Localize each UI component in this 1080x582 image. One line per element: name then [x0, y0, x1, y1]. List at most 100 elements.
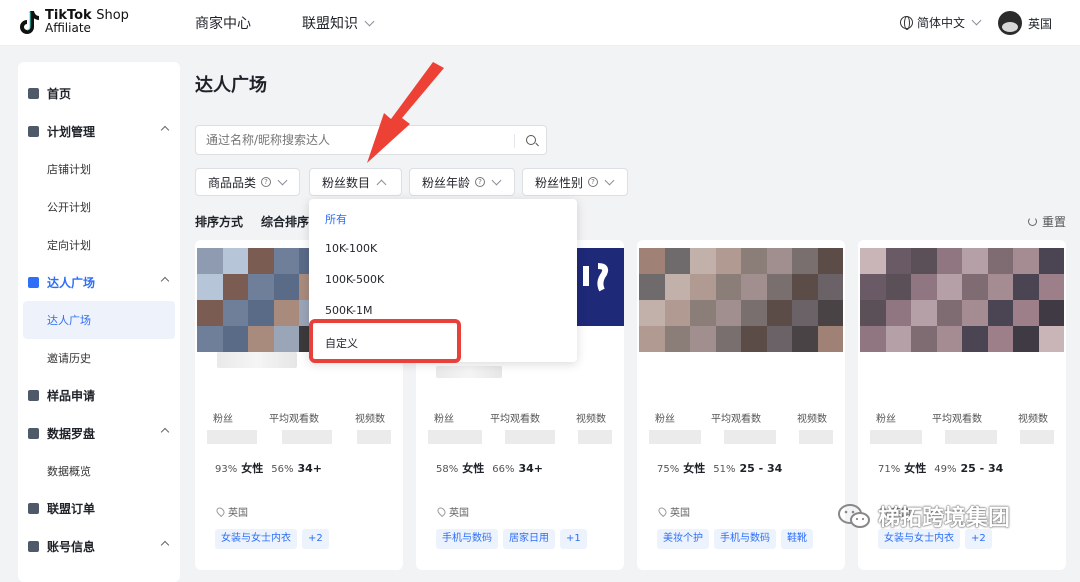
help-icon[interactable]: ? [475, 177, 486, 187]
search-input[interactable] [206, 133, 506, 147]
mosaic-cell [911, 300, 937, 326]
mosaic-cell [987, 326, 1013, 352]
sidebar-item-shop-plan[interactable]: 店铺计划 [18, 150, 180, 188]
gender-label: 女性 [904, 462, 927, 475]
chevron-up-icon [160, 540, 170, 550]
videos-value-blurred [1020, 430, 1055, 444]
custom-option-highlight-box [309, 319, 461, 363]
category-tag: 女装与女士内衣 [878, 529, 960, 549]
user-menu[interactable]: 英国 [998, 11, 1052, 35]
option-100k-500k[interactable]: 100K-500K [325, 273, 384, 286]
creator-icon [28, 276, 39, 288]
mosaic-cell [197, 274, 223, 300]
audience-demographics: 71% 女性 49% 25 - 34 [878, 460, 1011, 476]
option-10k-100k[interactable]: 10K-100K [325, 242, 377, 255]
page-title: 达人广场 [195, 75, 267, 96]
sidebar-item-creator-square[interactable]: 达人广场 [18, 263, 180, 301]
language-selector[interactable]: 简体中文 [900, 14, 982, 31]
sidebar-item-creator-square-sub[interactable]: 达人广场 [23, 301, 175, 339]
nav-affiliate-knowledge[interactable]: 联盟知识 [302, 13, 375, 33]
chevron-down-icon [971, 15, 982, 26]
mosaic-cell [792, 248, 818, 274]
sidebar: 首页 计划管理 店铺计划 公开计划 定向计划 达人广场 达人广场 邀请历史 样品… [18, 62, 180, 582]
logo-shop: Shop [96, 8, 129, 23]
sidebar-item-account-info[interactable]: 账号信息 [18, 527, 180, 565]
mosaic-cell [664, 274, 690, 300]
help-icon[interactable]: ? [261, 177, 272, 187]
followers-value-blurred [207, 430, 258, 444]
avg-views-value-blurred [504, 430, 555, 444]
filter-follower-gender[interactable]: 粉丝性别? [522, 168, 628, 196]
wechat-icon [838, 504, 870, 528]
option-500k-1m[interactable]: 500K-1M [325, 304, 373, 317]
reset-button[interactable]: 重置 [1028, 213, 1066, 230]
option-all[interactable]: 所有 [325, 211, 347, 227]
mosaic-cell [766, 300, 792, 326]
nav-merchant-center[interactable]: 商家中心 [195, 13, 251, 33]
mosaic-cell [741, 274, 767, 300]
sort-row: 排序方式 综合排序 [195, 213, 309, 230]
mosaic-cell [1038, 248, 1064, 274]
sidebar-item-invite-history[interactable]: 邀请历史 [18, 339, 180, 377]
search-icon[interactable] [526, 135, 536, 145]
avg-views-value-blurred [281, 430, 332, 444]
more-tags-badge[interactable]: +1 [560, 529, 587, 549]
top-header: TikTok Shop Affiliate 商家中心 联盟知识 简体中文 英国 [0, 0, 1080, 46]
reset-label: 重置 [1042, 215, 1067, 229]
sort-value[interactable]: 综合排序 [261, 213, 309, 230]
filter-label: 商品品类 [208, 175, 257, 190]
chevron-up-icon [160, 125, 170, 135]
location-pin-icon [214, 505, 227, 518]
female-pct: 58% [436, 464, 459, 475]
chevron-down-icon [491, 175, 502, 185]
sidebar-item-plan-management[interactable]: 计划管理 [18, 112, 180, 150]
mosaic-cell [936, 248, 962, 274]
sidebar-item-sample-request[interactable]: 样品申请 [18, 376, 180, 414]
mosaic-cell [1038, 274, 1064, 300]
filter-product-category[interactable]: 商品品类? [195, 168, 300, 196]
mosaic-cell [664, 326, 690, 352]
gender-label: 女性 [683, 462, 706, 475]
tiktok-shop-logo[interactable]: TikTok Shop Affiliate [18, 9, 129, 35]
mosaic-cell [860, 274, 886, 300]
mosaic-cell [792, 274, 818, 300]
mosaic-cell [885, 274, 911, 300]
creator-search[interactable] [195, 125, 547, 155]
creator-card[interactable]: 粉丝 平均观看数 视频数 75% 女性 51% 25 - 34 英国 美妆个护 手机与数码鞋… [637, 240, 845, 570]
mosaic-cell [860, 248, 886, 274]
filter-label: 粉丝年龄 [422, 175, 471, 190]
blurred-name [436, 366, 502, 378]
sidebar-item-affiliate-orders[interactable]: 联盟订单 [18, 489, 180, 527]
sidebar-item-targeted-plan[interactable]: 定向计划 [18, 226, 180, 264]
avg-views-label: 平均观看数 [269, 414, 319, 425]
mosaic-cell [911, 274, 937, 300]
chevron-down-icon [364, 16, 375, 26]
sidebar-item-public-plan[interactable]: 公开计划 [18, 188, 180, 226]
location-pin-icon [435, 505, 448, 518]
mosaic-cell [639, 274, 665, 300]
sidebar-item-home[interactable]: 首页 [18, 74, 180, 112]
mosaic-cell [690, 300, 716, 326]
mosaic-cell [741, 248, 767, 274]
mosaic-cell [936, 300, 962, 326]
blurred-name [217, 352, 297, 368]
videos-label: 视频数 [576, 414, 606, 425]
filter-follower-age[interactable]: 粉丝年龄? [409, 168, 515, 196]
sidebar-item-data-compass[interactable]: 数据罗盘 [18, 414, 180, 452]
sidebar-item-label: 邀请历史 [47, 352, 91, 365]
more-tags-badge[interactable]: +2 [302, 529, 329, 549]
brand-logo-fragment [583, 263, 609, 292]
female-pct: 71% [878, 464, 901, 475]
mosaic-cell [1013, 326, 1039, 352]
filter-follower-count[interactable]: 粉丝数目 [309, 168, 402, 196]
help-icon[interactable]: ? [588, 177, 599, 187]
more-tags-badge[interactable]: +2 [965, 529, 992, 549]
location-label: 英国 [670, 508, 690, 519]
chevron-up-icon [376, 179, 387, 189]
sort-label: 排序方式 [195, 215, 244, 229]
followers-label: 粉丝 [434, 414, 454, 425]
mosaic-cell [987, 248, 1013, 274]
videos-label: 视频数 [797, 414, 827, 425]
sidebar-item-data-overview[interactable]: 数据概览 [18, 452, 180, 490]
mosaic-cell [792, 326, 818, 352]
